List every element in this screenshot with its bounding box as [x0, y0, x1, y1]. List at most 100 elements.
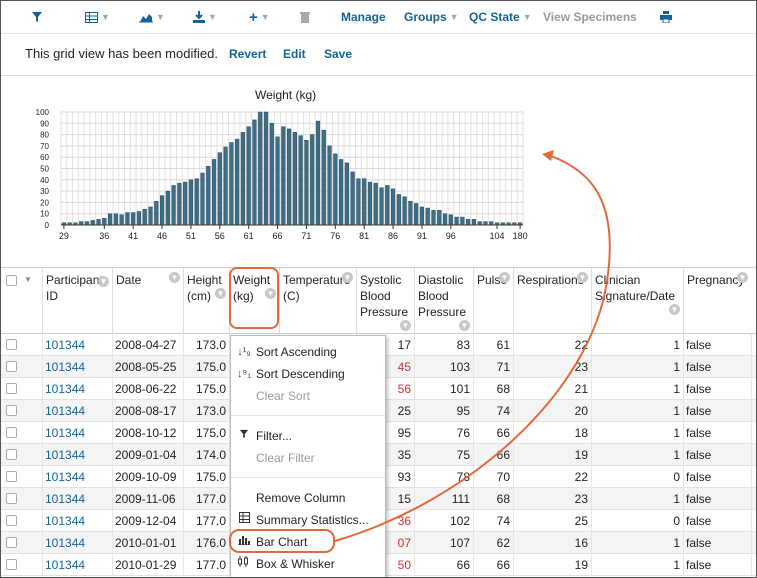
respirations-cell: 16: [574, 536, 588, 550]
histogram-bar: [229, 142, 234, 226]
respirations-cell: 20: [574, 404, 588, 418]
histogram-bar: [183, 181, 188, 226]
edit-link[interactable]: Edit: [283, 47, 306, 61]
participant-id-link[interactable]: 101344: [42, 532, 112, 554]
participant-id-link[interactable]: 101344: [42, 334, 112, 356]
histogram-bar: [142, 208, 147, 226]
diastolic-bp-cell: 103: [449, 360, 470, 374]
participant-id-link[interactable]: 101344: [42, 422, 112, 444]
cell-divider: [42, 356, 43, 378]
column-menu-icon[interactable]: ▼: [215, 288, 226, 299]
column-header-label: Diastolic Blood Pressure: [418, 273, 467, 319]
x-tick-label: 86: [388, 231, 398, 241]
histogram-bar: [437, 210, 442, 226]
grid-icon: [85, 11, 98, 23]
row-checkbox[interactable]: [6, 559, 17, 570]
column-menu-icon[interactable]: ▼: [400, 320, 411, 331]
column-header-participant-id[interactable]: Participant ID ▼: [42, 268, 112, 334]
row-checkbox[interactable]: [6, 383, 17, 394]
cell-divider: [414, 510, 415, 532]
x-tick-label: 104: [489, 231, 504, 241]
date-cell: 2010-01-01: [115, 536, 177, 550]
qc-state-label: QC State: [469, 10, 520, 24]
remove-column-item[interactable]: Remove Column: [231, 487, 385, 509]
column-header-height[interactable]: Height (cm) ▼: [183, 268, 229, 334]
participant-id-link[interactable]: 101344: [42, 466, 112, 488]
row-checkbox[interactable]: [6, 537, 17, 548]
charts-button[interactable]: ▼: [139, 8, 165, 26]
x-tick-label: 71: [301, 231, 311, 241]
participant-id-link[interactable]: 101344: [42, 400, 112, 422]
pregnancy-cell: false: [686, 338, 712, 352]
filter-item[interactable]: Filter...: [231, 425, 385, 447]
qc-state-button[interactable]: QC State ▼: [469, 8, 532, 26]
clear-sort-item[interactable]: Clear Sort: [231, 385, 385, 407]
cell-divider: [751, 488, 752, 510]
row-checkbox[interactable]: [6, 493, 17, 504]
cell-divider: [591, 466, 592, 488]
height-cell: 175.0: [195, 470, 226, 484]
column-header-date[interactable]: Date ▼: [112, 268, 183, 334]
column-header-temperature[interactable]: Temperature (C) ▼: [279, 268, 356, 334]
filter-button[interactable]: [31, 8, 43, 26]
groups-button[interactable]: Groups ▼: [404, 8, 459, 26]
column-header-pulse[interactable]: Pulse ▼: [473, 268, 513, 334]
column-header-pregnancy[interactable]: Pregnancy ▼: [683, 268, 751, 334]
column-menu-icon[interactable]: ▼: [459, 320, 470, 331]
select-all-checkbox[interactable]: [6, 275, 17, 286]
row-checkbox[interactable]: [6, 339, 17, 350]
row-checkbox[interactable]: [6, 471, 17, 482]
histogram-bar: [148, 206, 153, 226]
sort-ascending-item[interactable]: ↓¹₉ Sort Ascending: [231, 341, 385, 363]
column-menu-icon[interactable]: ▼: [499, 272, 510, 283]
manage-button[interactable]: Manage: [341, 8, 386, 26]
cell-divider: [751, 378, 752, 400]
column-menu-icon[interactable]: ▼: [98, 276, 109, 287]
pulse-cell: 70: [496, 470, 510, 484]
histogram-bar: [125, 212, 130, 226]
pulse-cell: 66: [496, 426, 510, 440]
cell-divider: [683, 510, 684, 532]
column-header-systolic-bp[interactable]: Systolic Blood Pressure ▼: [356, 268, 414, 334]
participant-id-link[interactable]: 101344: [42, 510, 112, 532]
column-header-clinician-signature[interactable]: Clinician Signature/Date ▼: [591, 268, 683, 334]
cell-divider: [751, 554, 752, 576]
revert-link[interactable]: Revert: [229, 47, 266, 61]
insert-button[interactable]: + ▼: [249, 8, 270, 26]
height-cell: 177.0: [195, 492, 226, 506]
participant-id-link[interactable]: 101344: [42, 444, 112, 466]
clinician-signature-cell: 1: [673, 338, 680, 352]
participant-id-link[interactable]: 101344: [42, 378, 112, 400]
groups-label: Groups: [404, 10, 447, 24]
row-checkbox[interactable]: [6, 405, 17, 416]
column-menu-icon[interactable]: ▼: [737, 272, 748, 283]
export-button[interactable]: ▼: [193, 8, 217, 26]
column-menu-icon[interactable]: ▼: [577, 272, 588, 283]
clear-filter-item[interactable]: Clear Filter: [231, 447, 385, 469]
participant-id-link[interactable]: 101344: [42, 554, 112, 576]
view-specimens-button[interactable]: View Specimens: [543, 8, 637, 26]
column-menu-icon[interactable]: ▼: [342, 272, 353, 283]
cell-divider: [414, 444, 415, 466]
grid-views-button[interactable]: ▼: [85, 8, 110, 26]
box-whisker-item[interactable]: Box & Whisker: [231, 553, 385, 575]
histogram-bar: [235, 138, 240, 226]
participant-id-link[interactable]: 101344: [42, 356, 112, 378]
row-checkbox[interactable]: [6, 361, 17, 372]
delete-button[interactable]: [300, 8, 310, 26]
participant-id-link[interactable]: 101344: [42, 488, 112, 510]
column-menu-icon[interactable]: ▼: [669, 304, 680, 315]
sort-descending-item[interactable]: ↓⁹₁ Sort Descending: [231, 363, 385, 385]
column-header-respirations[interactable]: Respirations ▼: [513, 268, 591, 334]
clinician-signature-cell: 1: [673, 360, 680, 374]
row-checkbox[interactable]: [6, 515, 17, 526]
row-checkbox[interactable]: [6, 449, 17, 460]
histogram-bar: [131, 212, 136, 226]
chevron-down-icon[interactable]: ▼: [24, 272, 32, 288]
summary-statistics-item[interactable]: Summary Statistics...: [231, 509, 385, 531]
column-menu-icon[interactable]: ▼: [169, 272, 180, 283]
column-header-diastolic-bp[interactable]: Diastolic Blood Pressure ▼: [414, 268, 473, 334]
save-link[interactable]: Save: [324, 47, 352, 61]
print-button[interactable]: [660, 8, 672, 26]
row-checkbox[interactable]: [6, 427, 17, 438]
